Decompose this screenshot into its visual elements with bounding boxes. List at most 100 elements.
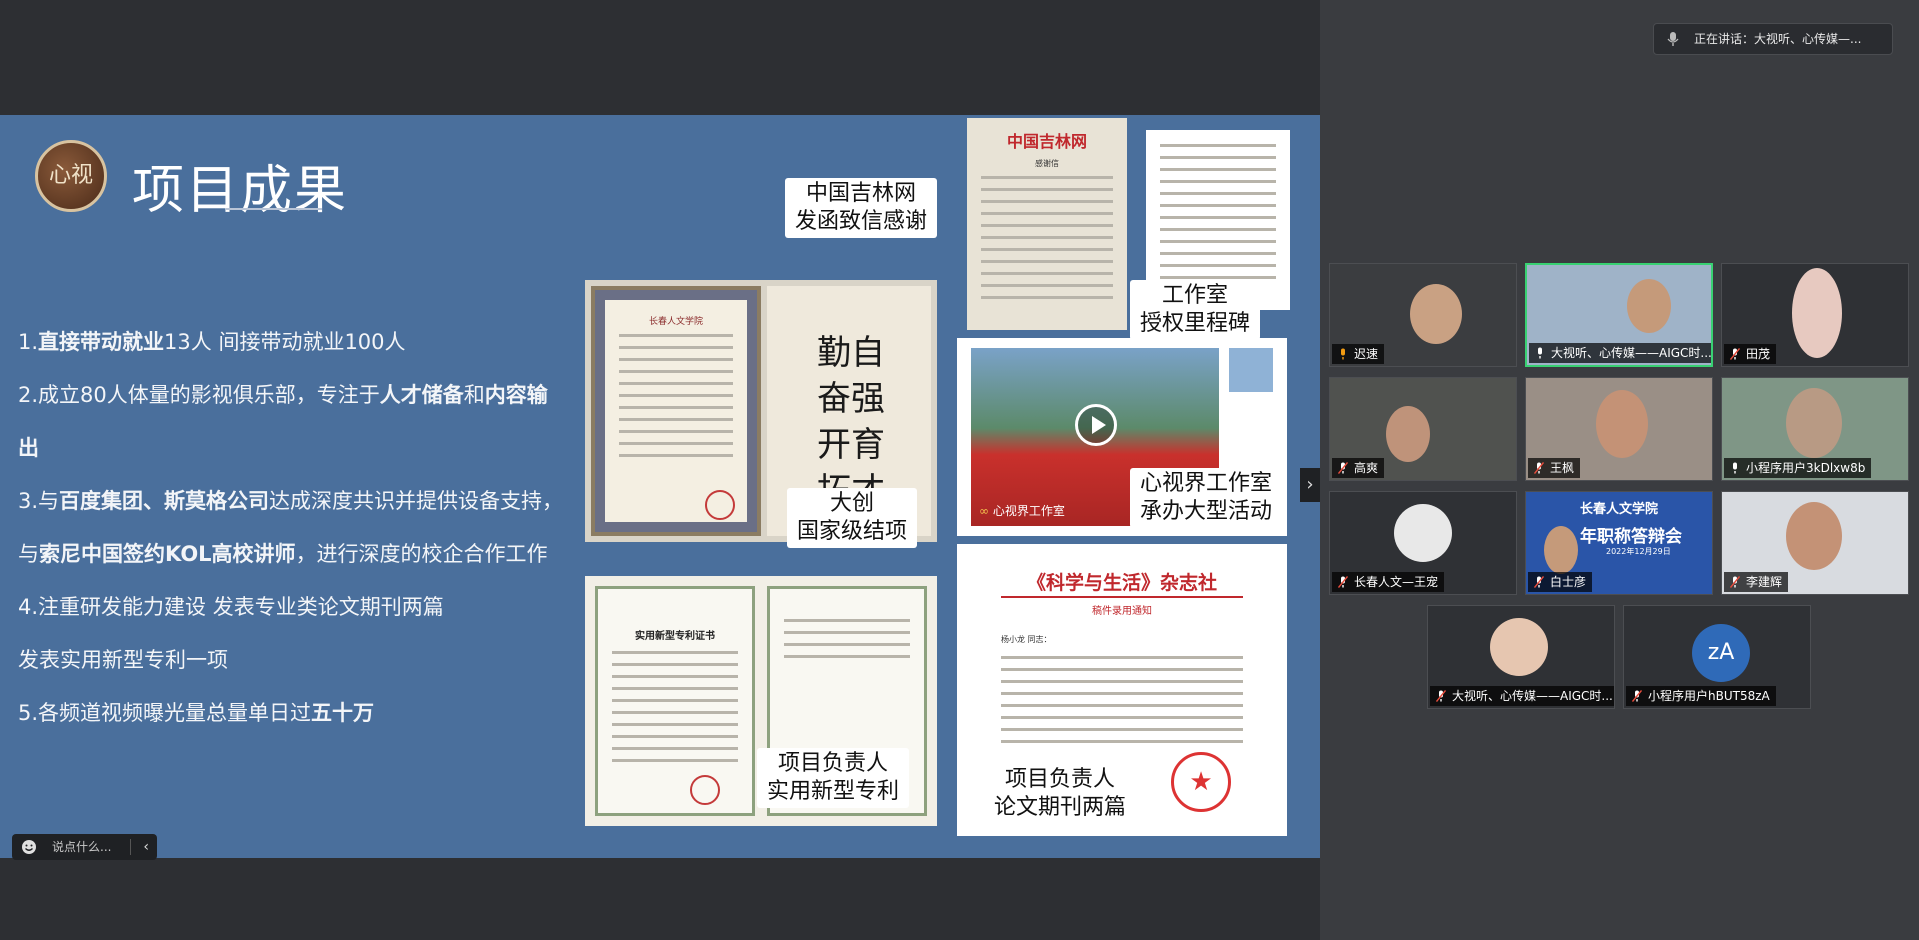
achievement-line: 1.直接带动就业13人 间接带动就业100人	[18, 316, 578, 369]
body-text: 13人 间接带动就业100人	[164, 330, 406, 354]
calligraphy-char: 奋	[817, 379, 851, 419]
body-text: 3.与	[18, 489, 60, 513]
achievement-line: 5.各频道视频曝光量总量单日过五十万	[18, 687, 578, 740]
participant-tile[interactable]: 大视听、心传媒——AIGC时...	[1427, 605, 1615, 709]
participant-name: 长春人文—王宠	[1332, 572, 1445, 592]
calligraphy-char: 勤	[817, 333, 851, 373]
video-feed	[1544, 526, 1578, 574]
participant-tile[interactable]: 高爽	[1329, 377, 1517, 481]
video-feed	[1410, 284, 1462, 344]
participant-name: 大视听、心传媒——AIGC时...	[1529, 343, 1712, 363]
caption-event: 心视界工作室 承办大型活动	[1130, 468, 1283, 528]
video-feed	[1490, 618, 1548, 676]
video-feed	[1596, 390, 1648, 458]
calligraphy-char: 开	[817, 425, 851, 465]
achievement-line: 4.注重研发能力建设 发表专业类论文期刊两篇	[18, 581, 578, 634]
speaker-text: 正在讲话：大视听、心传媒—...	[1694, 32, 1862, 46]
slide-title: 项目成果	[132, 161, 349, 221]
club-logo: 心视	[35, 140, 107, 212]
collapse-chevron-icon[interactable]: ‹	[143, 834, 149, 860]
participant-name-text: 李建辉	[1746, 575, 1783, 589]
magazine-sub: 稿件录用通知	[1092, 606, 1152, 617]
achievement-line: 3.与百度集团、斯莫格公司达成深度共识并提供设备支持，	[18, 475, 578, 528]
participant-tile[interactable]: zA 小程序用户hBUT58zA	[1623, 605, 1811, 709]
chat-placeholder: 说点什么...	[52, 840, 112, 854]
video-feed	[1627, 279, 1671, 333]
participant-name: 王枫	[1528, 458, 1581, 478]
banner-event: 年职称答辩会	[1580, 527, 1682, 547]
caption-paper: 项目负责人 论文期刊两篇	[984, 764, 1137, 824]
participant-name-text: 大视听、心传媒——AIGC时...	[1551, 346, 1712, 360]
video-watermark: ∞ 心视界工作室	[979, 504, 1065, 518]
mic-muted-icon	[1730, 576, 1740, 588]
mic-muted-icon	[1338, 576, 1348, 588]
highlight-text: 百度集团、斯莫格公司	[59, 489, 270, 513]
body-text: 2.成立80人体量的影视俱乐部，专注于	[18, 383, 380, 407]
banner-text: 长春人文学院	[1579, 502, 1658, 517]
body-text: 达成深度共识并提供设备支持，	[269, 489, 564, 513]
participant-tile[interactable]: 迟速	[1329, 263, 1517, 367]
expand-panel-button[interactable]: ›	[1300, 468, 1320, 502]
participant-name: 田茂	[1724, 344, 1777, 364]
highlight-text: 直接带动就业	[38, 330, 165, 354]
participant-name-text: 白士彦	[1550, 575, 1587, 589]
jilin-sub: 感谢信	[1035, 159, 1059, 168]
participant-tile[interactable]: 长春人文—王宠	[1329, 491, 1517, 595]
participant-name-text: 王枫	[1550, 461, 1575, 475]
achievement-line: 发表实用新型专利一项	[18, 634, 578, 687]
body-text: 与	[18, 542, 39, 566]
magazine-greeting: 杨小龙 同志：	[1001, 635, 1052, 644]
participant-name-text: 长春人文—王宠	[1354, 575, 1439, 589]
video-feed	[1394, 504, 1452, 562]
participant-tile[interactable]: 大视听、心传媒——AIGC时...	[1525, 263, 1713, 367]
participant-tile[interactable]: 小程序用户3kDlxw8b	[1721, 377, 1909, 481]
body-text: 1.	[18, 330, 39, 354]
mic-muted-icon	[1338, 462, 1348, 474]
achievement-list: 1.直接带动就业13人 间接带动就业100人 2.成立80人体量的影视俱乐部，专注…	[18, 316, 578, 740]
jilin-header: 中国吉林网	[1006, 132, 1087, 151]
participant-tile[interactable]: 长春人文学院年职称答辩会 2022年12月29日白士彦	[1525, 491, 1713, 595]
achievement-line: 与索尼中国签约KOL高校讲师，进行深度的校企合作工作	[18, 528, 578, 581]
participant-name-text: 田茂	[1746, 347, 1771, 361]
microphone-icon	[1667, 32, 1679, 46]
emoji-icon[interactable]	[21, 839, 37, 855]
participant-tile[interactable]: 李建辉	[1721, 491, 1909, 595]
participant-name: 大视听、心传媒——AIGC时...	[1430, 686, 1614, 706]
participant-name-text: 小程序用户3kDlxw8b	[1746, 461, 1866, 475]
participant-name: 李建辉	[1724, 572, 1789, 592]
highlight-text: 人才储备	[379, 383, 464, 407]
avatar: zA	[1692, 624, 1750, 682]
shared-screen-area: 心视 项目成果 1.直接带动就业13人 间接带动就业100人 2.成立80人体量的…	[0, 0, 1320, 940]
caption-patent: 项目负责人 实用新型专利	[757, 748, 910, 808]
body-text: 和	[463, 383, 485, 407]
body-text: 4.注重研发能力建设 发表专业类论文期刊两篇	[18, 595, 444, 619]
meeting-window: 心视 项目成果 1.直接带动就业13人 间接带动就业100人 2.成立80人体量的…	[0, 0, 1919, 940]
chat-input[interactable]: 说点什么... ‹	[12, 834, 157, 860]
body-text: 发表实用新型专利一项	[18, 648, 228, 672]
participant-name-text: 高爽	[1354, 461, 1379, 475]
participant-name-text: 大视听、心传媒——AIGC时...	[1452, 689, 1613, 703]
cert-header: 长春人文学院	[648, 317, 703, 327]
mic-on-icon	[1538, 347, 1542, 359]
body-text: 5.各频道视频曝光量总量单日过	[18, 701, 312, 725]
magazine-title: 《科学与生活》杂志社	[1026, 572, 1217, 594]
caption-jilin: 中国吉林网 发函致信感谢	[785, 178, 938, 238]
participant-name: 白士彦	[1528, 572, 1593, 592]
mic-muted-icon	[1436, 690, 1446, 702]
video-feed	[1786, 502, 1842, 570]
participant-tile[interactable]: 王枫	[1525, 377, 1713, 481]
mic-on-icon	[1733, 462, 1737, 474]
participant-tile[interactable]: 田茂	[1721, 263, 1909, 367]
achievement-line: 出	[18, 422, 578, 475]
participant-name: 高爽	[1332, 458, 1385, 478]
video-feed	[1792, 268, 1842, 358]
highlight-text: 索尼中国签约KOL高校讲师	[39, 542, 296, 566]
calligraphy-char: 强	[851, 379, 885, 419]
caption-dachuang: 大创 国家级结项	[787, 488, 918, 548]
calligraphy-char: 自	[851, 333, 885, 373]
banner-date: 2022年12月29日	[1606, 547, 1671, 556]
play-icon[interactable]	[1075, 404, 1117, 446]
mic-muted-icon	[1632, 690, 1642, 702]
participant-name: 迟速	[1332, 344, 1385, 364]
participant-name: 小程序用户3kDlxw8b	[1724, 458, 1872, 478]
